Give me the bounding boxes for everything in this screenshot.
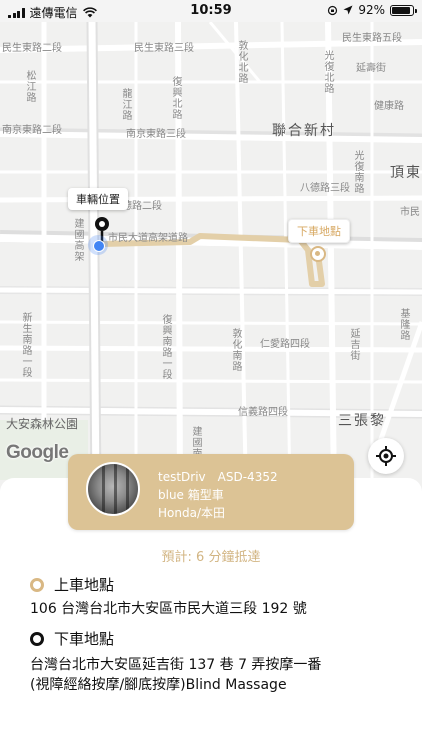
map-label: 民生東路二段	[2, 43, 62, 54]
map-label: 復興南路一段	[160, 314, 171, 380]
driver-info: testDriv ASD-4352 blue 箱型車 Honda/本田	[158, 468, 278, 522]
map-label: 聯合新村	[272, 123, 336, 139]
map-label: 信義路四段	[238, 407, 288, 418]
map-label: 市民	[400, 207, 420, 218]
orientation-lock-icon	[328, 5, 338, 15]
map-label: 頂東	[390, 165, 422, 181]
pickup-address: 106 台灣台北市大安區市民大道三段 192 號	[30, 601, 307, 617]
map-label: 南京東路三段	[126, 129, 186, 140]
battery-fill	[392, 6, 411, 14]
dropoff-address: 台灣台北市大安區延吉街 137 巷 7 弄按摩一番 (視障經絡按摩/腳底按摩)B…	[30, 655, 410, 695]
map-label: 敦化南路	[230, 328, 241, 372]
car-location-tooltip: 車輛位置	[68, 188, 128, 210]
user-location-dot	[88, 235, 108, 255]
map-label: 基隆路	[398, 308, 409, 341]
dropoff-pin-icon[interactable]	[310, 246, 326, 262]
map-label: 松江路	[24, 70, 35, 103]
map-label: 仁愛路四段	[260, 339, 310, 350]
map-view[interactable]: 民生東路二段 民生東路三段 民生東路五段 松江路 龍江路 復興北路 敦化北路 光…	[0, 22, 422, 492]
map-label: 延吉街	[348, 328, 359, 361]
map-label: 光復北路	[322, 50, 333, 94]
driver-name: testDriv	[158, 470, 206, 484]
status-right: 92%	[327, 3, 417, 17]
dropoff-label: 下車地點	[54, 630, 115, 648]
battery-percent: 92%	[358, 3, 385, 17]
dropoff-heading: 下車地點	[30, 628, 114, 649]
dropoff-address-line1: 台灣台北市大安區延吉街 137 巷 7 弄按摩一番	[30, 657, 322, 673]
map-label: 三張黎	[338, 413, 386, 429]
pickup-label: 上車地點	[54, 576, 115, 594]
map-label: 大安森林公園	[6, 417, 79, 431]
google-logo: Google	[6, 442, 69, 463]
map-label: 光復南路	[352, 150, 363, 194]
dropoff-tooltip: 下車地點	[288, 219, 350, 243]
status-bar: 遠傳電信 10:59 92%	[0, 0, 422, 22]
pickup-heading: 上車地點	[30, 574, 114, 595]
map-label: 民生東路五段	[342, 33, 402, 44]
license-plate: ASD-4352	[217, 470, 278, 484]
battery-icon	[390, 4, 417, 16]
crosshair-icon	[376, 446, 396, 466]
car-type: blue 箱型車	[158, 488, 224, 502]
map-label: 民生東路三段	[134, 43, 194, 54]
map-label: 建國高架	[72, 218, 83, 262]
location-arrow-icon	[343, 5, 353, 15]
driver-avatar	[86, 462, 140, 516]
map-label: 延壽街	[356, 63, 386, 74]
dropoff-marker-icon	[30, 631, 44, 646]
eta-text: 預計: 6 分鐘抵達	[161, 550, 261, 565]
car-model: Honda/本田	[158, 506, 225, 520]
driver-card[interactable]: testDriv ASD-4352 blue 箱型車 Honda/本田	[68, 454, 354, 530]
map-label: 新生南路一段	[20, 312, 31, 378]
map-label: 復興北路	[170, 76, 181, 120]
map-label: 八德路三段	[300, 183, 350, 194]
map-label: 南京東路二段	[2, 125, 62, 136]
map-label: 健康路	[374, 101, 404, 112]
map-label: 龍江路	[120, 88, 131, 121]
map-label: 市民大道高架道路	[108, 233, 188, 244]
locate-me-button[interactable]	[368, 438, 404, 474]
dropoff-address-line2: (視障經絡按摩/腳底按摩)Blind Massage	[30, 677, 287, 693]
pickup-marker-icon	[30, 577, 44, 592]
map-label: 敦化北路	[236, 40, 247, 84]
